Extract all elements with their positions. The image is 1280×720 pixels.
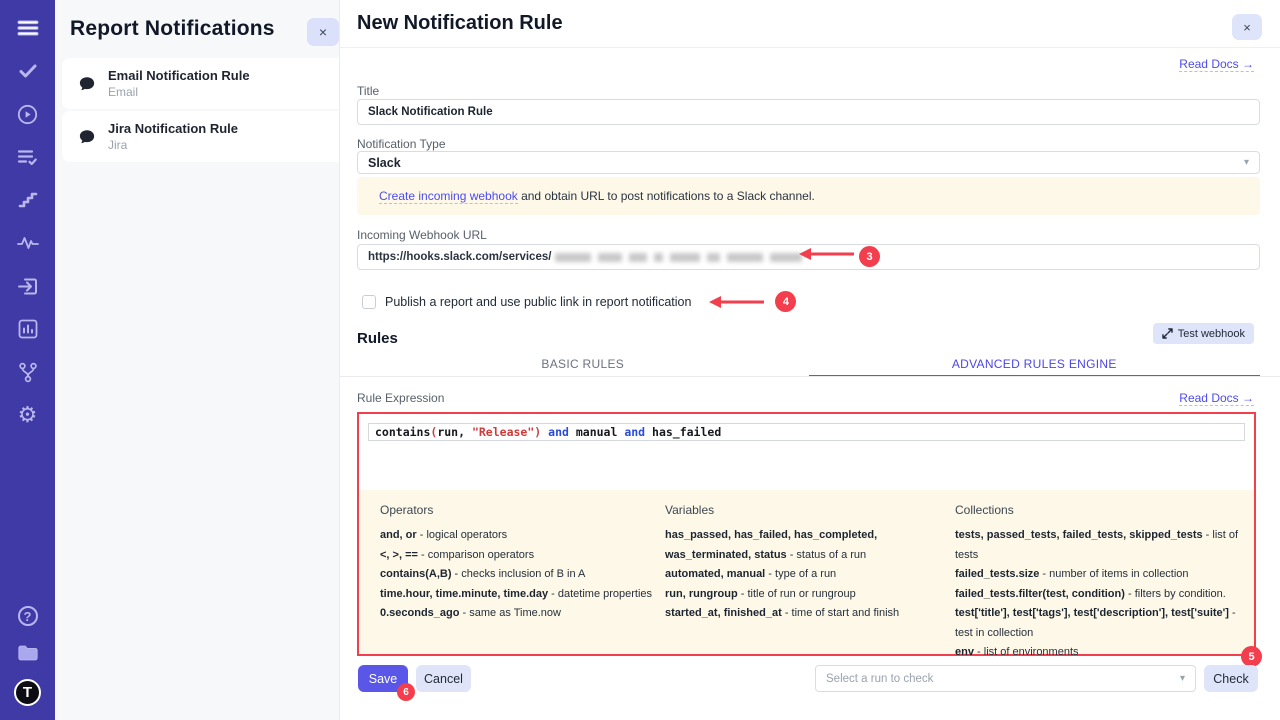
- panel-close-button[interactable]: ×: [307, 18, 339, 46]
- folder-icon[interactable]: [17, 642, 39, 664]
- help-entry: failed_tests.filter(test, condition) - f…: [955, 585, 1249, 605]
- create-webhook-link[interactable]: Create incoming webhook: [379, 189, 518, 204]
- help-entry: <, >, == - comparison operators: [380, 546, 668, 566]
- expression-help-panel: Operators and, or - logical operators<, >…: [359, 490, 1254, 654]
- help-entry: run, rungroup - title of run or rungroup: [665, 585, 947, 605]
- webhook-arrows-icon: [1162, 328, 1173, 339]
- publish-report-label: Publish a report and use public link in …: [385, 295, 691, 309]
- notification-type-select[interactable]: Slack ▾: [357, 151, 1260, 174]
- chevron-down-icon: ▾: [1244, 157, 1249, 168]
- rule-expression-editor[interactable]: contains(run, "Release") and manual and …: [368, 423, 1245, 441]
- notification-type-label: Notification Type: [357, 137, 446, 151]
- check-button[interactable]: Check: [1204, 665, 1258, 692]
- help-column-collections: Collections tests, passed_tests, failed_t…: [955, 503, 1249, 663]
- chevron-down-icon: ▾: [1180, 673, 1185, 684]
- run-select[interactable]: Select a run to check ▾: [815, 665, 1196, 692]
- app-sidebar: ⚙ ? T: [0, 0, 55, 720]
- chat-bubble-icon: [78, 128, 96, 146]
- help-column-header: Collections: [955, 503, 1249, 517]
- annotation-badge-4: 4: [775, 291, 796, 312]
- help-entry: tests, passed_tests, failed_tests, skipp…: [955, 526, 1249, 565]
- help-entry: automated, manual - type of a run: [665, 565, 947, 585]
- annotation-badge-5: 5: [1241, 646, 1262, 667]
- help-column-header: Operators: [380, 503, 668, 517]
- help-column-operators: Operators and, or - logical operators<, >…: [380, 503, 668, 624]
- tab-advanced-rules-engine[interactable]: ADVANCED RULES ENGINE: [809, 353, 1261, 377]
- page-title: New Notification Rule: [357, 12, 563, 35]
- help-icon[interactable]: ?: [17, 605, 39, 627]
- pulse-icon[interactable]: [17, 232, 39, 254]
- annotation-arrow-3: [798, 247, 856, 261]
- help-entry: failed_tests.size - number of items in c…: [955, 565, 1249, 585]
- read-docs-link-2[interactable]: Read Docs →: [1179, 391, 1254, 406]
- title-input[interactable]: Slack Notification Rule: [357, 99, 1260, 125]
- read-docs-link[interactable]: Read Docs →: [1179, 57, 1254, 72]
- cancel-button[interactable]: Cancel: [416, 665, 471, 692]
- form-close-button[interactable]: ×: [1232, 14, 1262, 40]
- list-check-icon[interactable]: [17, 146, 39, 168]
- slack-webhook-note: Create incoming webhook and obtain URL t…: [357, 177, 1260, 215]
- annotation-badge-6: 6: [397, 683, 415, 701]
- bar-chart-icon[interactable]: [17, 318, 39, 340]
- help-column-variables: Variables has_passed, has_failed, has_com…: [665, 503, 947, 624]
- sign-in-icon[interactable]: [17, 275, 39, 297]
- help-entry: started_at, finished_at - time of start …: [665, 604, 947, 624]
- publish-report-checkbox[interactable]: [362, 295, 376, 309]
- item-title: Email Notification Rule: [108, 68, 250, 83]
- gear-icon[interactable]: ⚙: [17, 404, 39, 426]
- help-entry: and, or - logical operators: [380, 526, 668, 546]
- help-entry: test['title'], test['tags'], test['descr…: [955, 604, 1249, 643]
- publish-report-row: Publish a report and use public link in …: [362, 291, 796, 312]
- close-icon: ×: [319, 24, 327, 40]
- notification-rule-list: Email Notification Rule Email Jira Notific…: [55, 58, 339, 164]
- rule-expression-annotated-box: contains(run, "Release") and manual and …: [357, 412, 1256, 656]
- help-entry: env - list of environments: [955, 643, 1249, 663]
- help-entry: time.hour, time.minute, time.day - datet…: [380, 585, 668, 605]
- help-entry: contains(A,B) - checks inclusion of B in…: [380, 565, 668, 585]
- report-notifications-panel: Report Notifications × Email Notificatio…: [55, 0, 340, 720]
- panel-title: Report Notifications: [70, 17, 275, 41]
- annotation-arrow-4: [708, 295, 766, 309]
- rule-expression-label: Rule Expression: [357, 391, 444, 405]
- tabs-divider: [340, 376, 1280, 377]
- tab-basic-rules[interactable]: BASIC RULES: [357, 353, 809, 377]
- chat-bubble-icon: [78, 75, 96, 93]
- redacted-token: [555, 253, 802, 262]
- rules-tabs: BASIC RULESADVANCED RULES ENGINE: [357, 353, 1260, 377]
- branch-icon[interactable]: [17, 361, 39, 383]
- item-subtitle: Jira: [108, 138, 238, 152]
- note-text: and obtain URL to post notifications to …: [518, 189, 815, 203]
- webhook-url-label: Incoming Webhook URL: [357, 228, 487, 242]
- help-entry: has_passed, has_failed, has_completed, w…: [665, 526, 947, 565]
- item-title: Jira Notification Rule: [108, 121, 238, 136]
- header-divider: [340, 47, 1280, 48]
- close-icon: ×: [1243, 20, 1251, 35]
- play-circle-icon[interactable]: [17, 103, 39, 125]
- app-logo[interactable]: T: [14, 679, 41, 706]
- list-item[interactable]: Jira Notification Rule Jira: [62, 111, 339, 162]
- steps-icon[interactable]: [17, 189, 39, 211]
- rules-heading: Rules: [357, 330, 398, 347]
- list-item[interactable]: Email Notification Rule Email: [62, 58, 339, 109]
- item-subtitle: Email: [108, 85, 250, 99]
- help-column-header: Variables: [665, 503, 947, 517]
- menu-icon[interactable]: [17, 17, 39, 39]
- new-notification-rule-form: New Notification Rule × Read Docs → Titl…: [340, 0, 1280, 720]
- check-icon[interactable]: [17, 60, 39, 82]
- annotation-badge-3: 3: [859, 246, 880, 267]
- title-label: Title: [357, 84, 379, 98]
- test-webhook-button[interactable]: Test webhook: [1153, 323, 1254, 344]
- help-entry: 0.seconds_ago - same as Time.now: [380, 604, 668, 624]
